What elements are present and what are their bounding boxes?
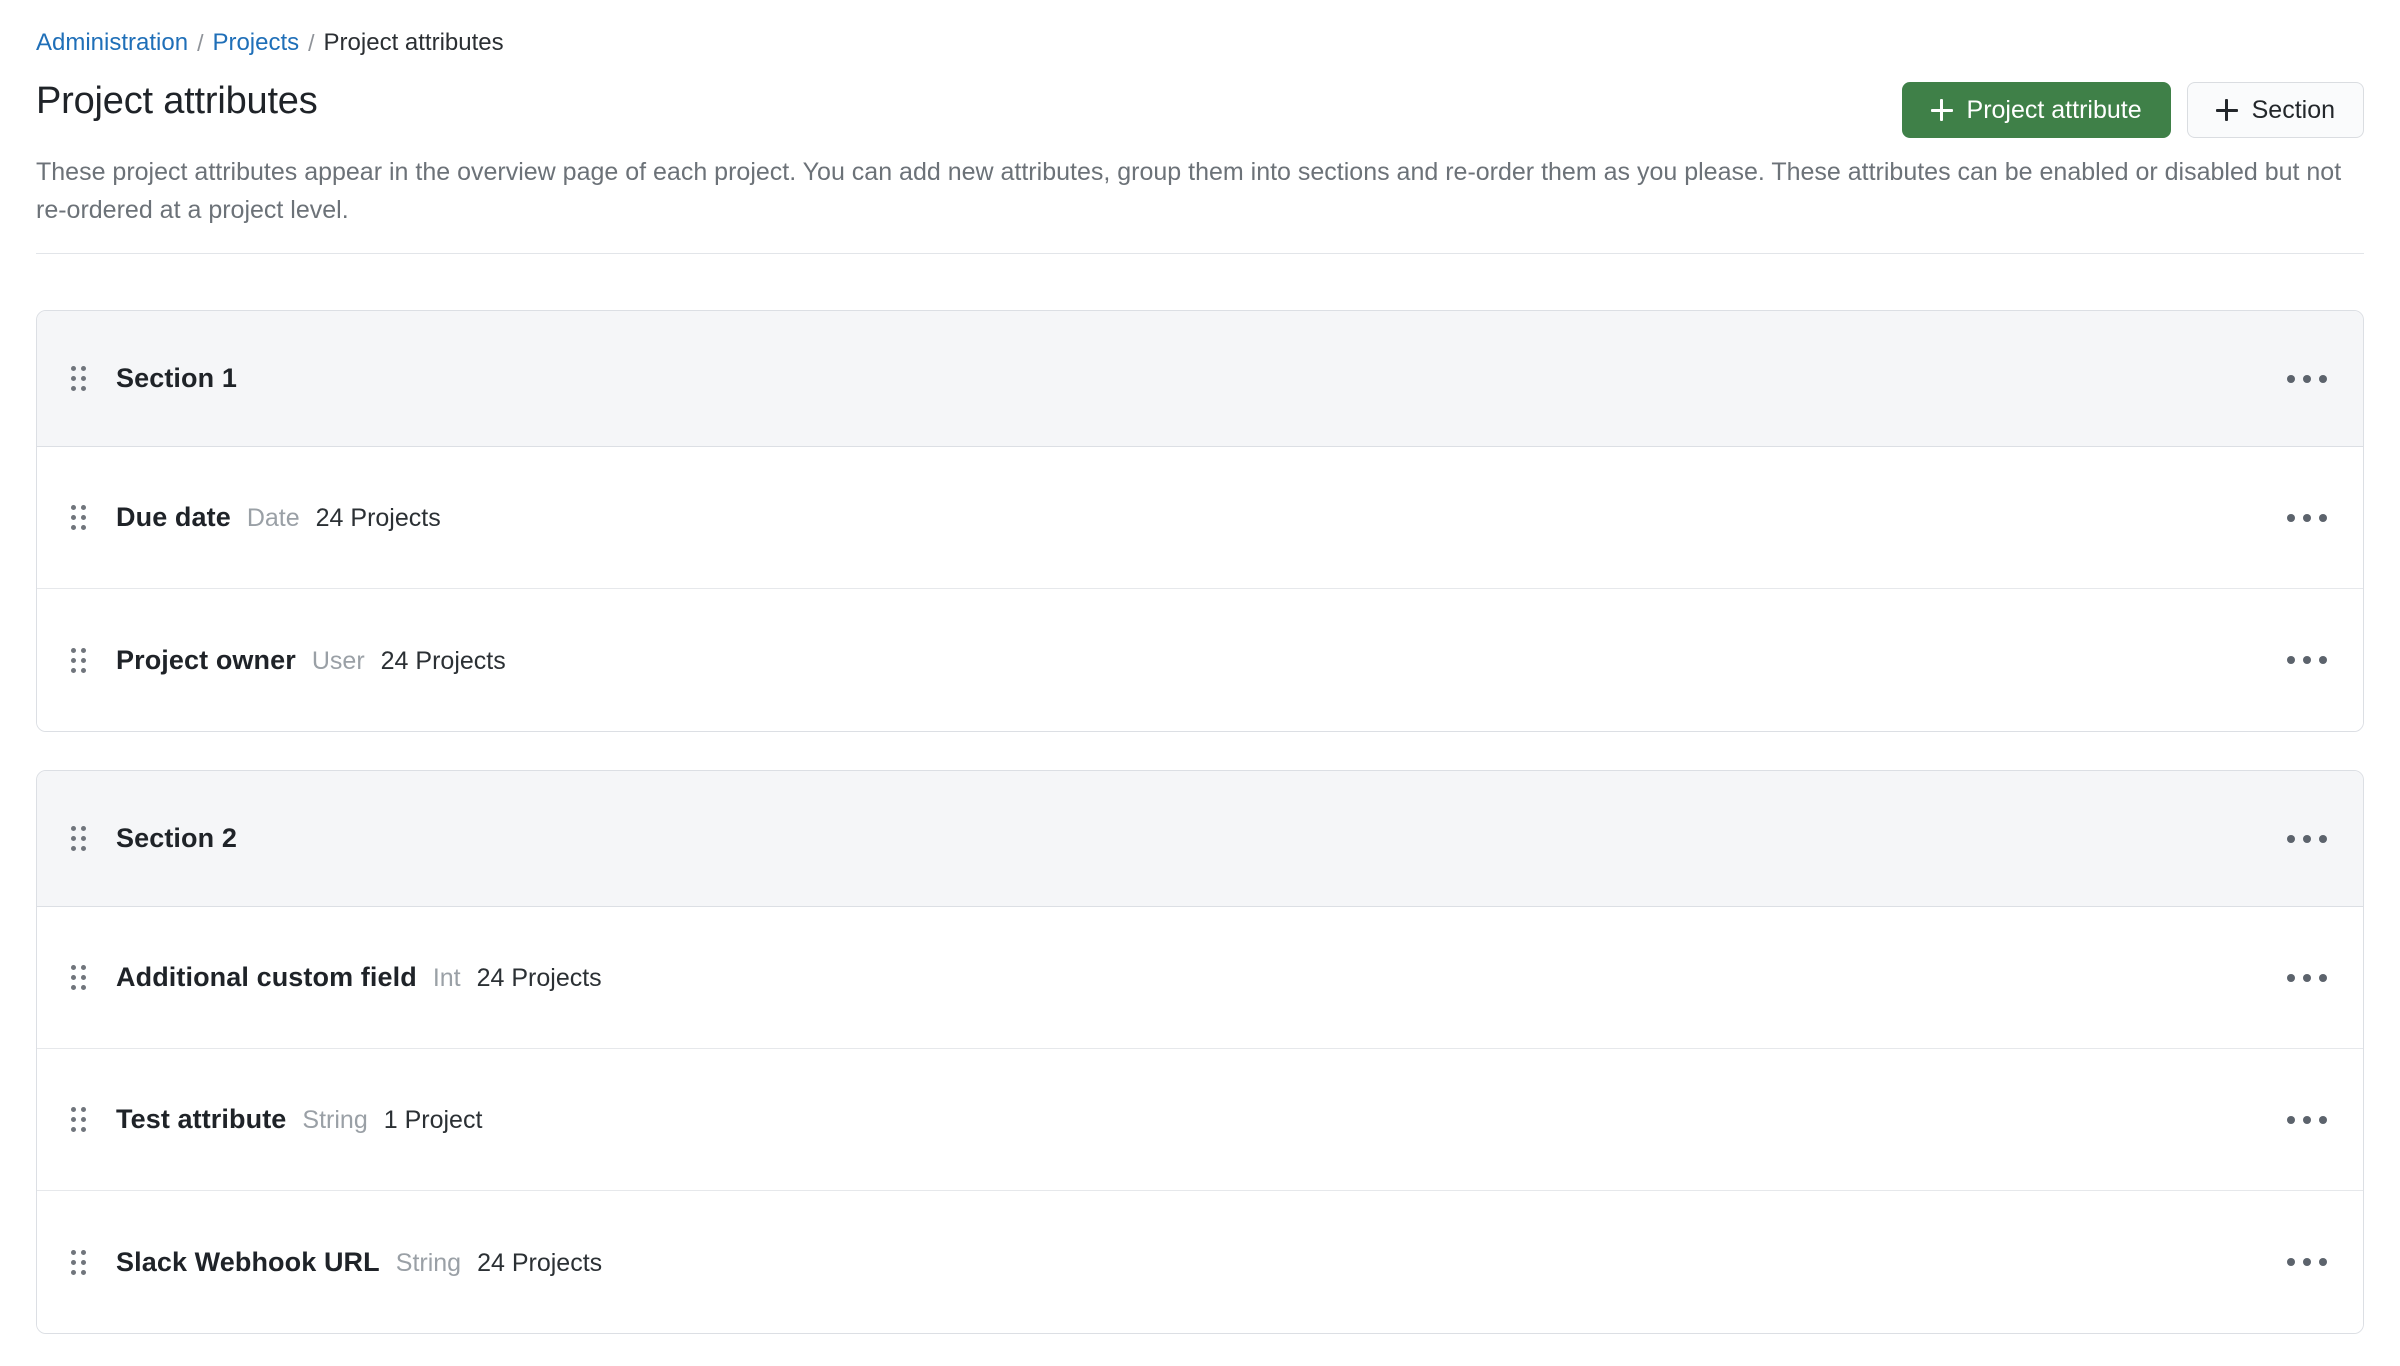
section-title: Section 2: [116, 823, 237, 853]
drag-handle-icon[interactable]: [67, 822, 90, 855]
section-header[interactable]: Section 1: [37, 311, 2363, 447]
drag-handle-icon[interactable]: [67, 644, 90, 677]
plus-icon: [1930, 99, 1953, 121]
section-card: Section 1 Due date Date 24 Projects Proj…: [36, 310, 2364, 732]
attribute-type: Date: [246, 504, 300, 532]
drag-handle-icon[interactable]: [67, 362, 90, 395]
attribute-project-count: 24 Projects: [315, 504, 441, 532]
kebab-menu-icon[interactable]: [2279, 638, 2335, 682]
kebab-menu-icon[interactable]: [2279, 496, 2335, 540]
attribute-info: Project owner User 24 Projects: [116, 645, 506, 676]
kebab-menu-icon[interactable]: [2279, 956, 2335, 1000]
header-actions: Project attribute Section: [1901, 82, 2364, 138]
attribute-project-count: 24 Projects: [477, 1248, 603, 1277]
drag-handle-icon[interactable]: [67, 1103, 90, 1136]
page-description: These project attributes appear in the o…: [36, 158, 2342, 224]
attribute-type: Int: [432, 964, 461, 992]
attribute-name: Test attribute: [116, 1104, 287, 1134]
kebab-menu-icon[interactable]: [2279, 1240, 2335, 1284]
header-divider: [36, 253, 2364, 254]
attribute-name: Project owner: [116, 644, 296, 675]
attribute-type: String: [395, 1248, 462, 1277]
drag-handle-icon[interactable]: [67, 961, 90, 994]
sections-list: Section 1 Due date Date 24 Projects Proj…: [36, 310, 2364, 1334]
add-project-attribute-button[interactable]: Project attribute: [1901, 82, 2171, 138]
attribute-info: Due date Date 24 Projects: [116, 502, 441, 533]
drag-handle-icon[interactable]: [67, 501, 90, 534]
kebab-menu-icon[interactable]: [2279, 357, 2335, 401]
attribute-name: Additional custom field: [116, 962, 417, 992]
project-attributes-page: Administration / Projects / Project attr…: [0, 0, 2400, 1366]
add-project-attribute-label: Project attribute: [1966, 95, 2142, 124]
page-header: Project attributes Project attribute Sec…: [36, 64, 2364, 138]
breadcrumb: Administration / Projects / Project attr…: [36, 0, 2364, 64]
attribute-row[interactable]: Slack Webhook URL String 24 Projects: [37, 1191, 2363, 1333]
attribute-type: String: [302, 1106, 368, 1134]
attribute-project-count: 1 Project: [383, 1106, 483, 1134]
kebab-menu-icon[interactable]: [2279, 1098, 2335, 1142]
attribute-project-count: 24 Projects: [380, 646, 506, 675]
drag-handle-icon[interactable]: [67, 1246, 90, 1279]
attribute-type: User: [311, 646, 365, 675]
breadcrumb-projects[interactable]: Projects: [212, 31, 299, 55]
breadcrumb-administration[interactable]: Administration: [36, 31, 188, 55]
breadcrumb-current: Project attributes: [323, 29, 504, 56]
attribute-name: Due date: [116, 502, 231, 532]
add-section-label: Section: [2251, 95, 2335, 124]
attribute-info: Slack Webhook URL String 24 Projects: [116, 1247, 602, 1278]
attribute-row[interactable]: Test attribute String 1 Project: [37, 1049, 2363, 1191]
kebab-menu-icon[interactable]: [2279, 817, 2335, 861]
attribute-info: Additional custom field Int 24 Projects: [116, 962, 602, 993]
add-section-button[interactable]: Section: [2186, 82, 2364, 138]
section-title: Section 1: [116, 363, 237, 393]
breadcrumb-separator-1: /: [197, 29, 204, 56]
page-title: Project attributes: [36, 80, 318, 122]
attribute-info: Test attribute String 1 Project: [116, 1104, 482, 1135]
attribute-row[interactable]: Project owner User 24 Projects: [37, 589, 2363, 731]
attribute-name: Slack Webhook URL: [116, 1246, 380, 1277]
attribute-row[interactable]: Due date Date 24 Projects: [37, 447, 2363, 589]
attribute-row[interactable]: Additional custom field Int 24 Projects: [37, 907, 2363, 1049]
attribute-project-count: 24 Projects: [476, 964, 602, 992]
section-card: Section 2 Additional custom field Int 24…: [36, 770, 2364, 1334]
section-header[interactable]: Section 2: [37, 771, 2363, 907]
plus-icon: [2215, 99, 2238, 121]
breadcrumb-separator-2: /: [308, 29, 315, 56]
